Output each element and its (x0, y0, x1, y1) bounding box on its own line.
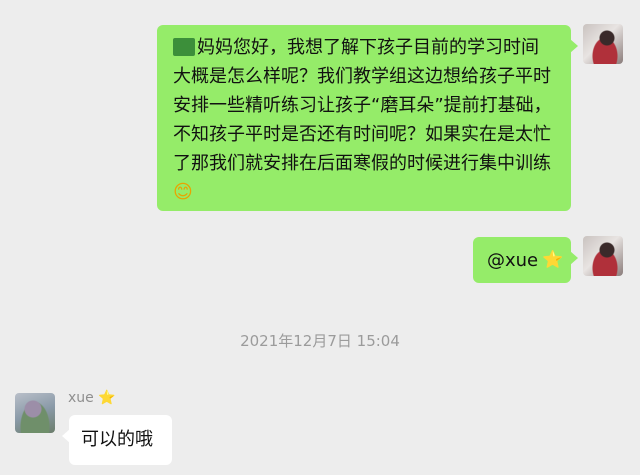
star-emoji-icon: ⭐ (542, 249, 564, 270)
message-line: 大概是怎么样呢？我们教学组这边想给孩子平时 (173, 66, 551, 87)
message-line: 妈妈您好，我想了解下孩子目前的学习时间 (173, 33, 571, 62)
my-avatar[interactable] (583, 236, 623, 276)
outgoing-message-bubble[interactable]: 妈妈您好，我想了解下孩子目前的学习时间 大概是怎么样呢？我们教学组这边想给孩子平… (157, 25, 578, 211)
incoming-message-bubble[interactable]: 可以的哦 (62, 415, 172, 465)
bubble-tail (62, 429, 70, 443)
message-line: 了那我们就安排在后面寒假的时候进行集中训练 (173, 153, 551, 174)
smile-emoji-icon: 😊 (173, 181, 193, 203)
sender-name: xue ⭐ (68, 390, 116, 406)
message-timestamp: 2021年12月7日 15:04 (240, 332, 400, 350)
outgoing-mention-bubble[interactable]: @xue ⭐ (473, 237, 578, 283)
xue-avatar[interactable] (15, 393, 55, 433)
redacted-name (173, 38, 195, 56)
mention-text: @xue (487, 249, 539, 271)
message-line: 安排一些精听练习让孩子“磨耳朵”提前打基础， (173, 95, 552, 116)
bubble-tail (570, 39, 578, 53)
message-text: 可以的哦 (81, 429, 153, 450)
star-emoji-icon: ⭐ (98, 390, 116, 406)
my-avatar[interactable] (583, 24, 623, 64)
bubble-tail (570, 251, 578, 265)
message-line: 不知孩子平时是否还有时间呢？如果实在是太忙 (173, 124, 551, 145)
